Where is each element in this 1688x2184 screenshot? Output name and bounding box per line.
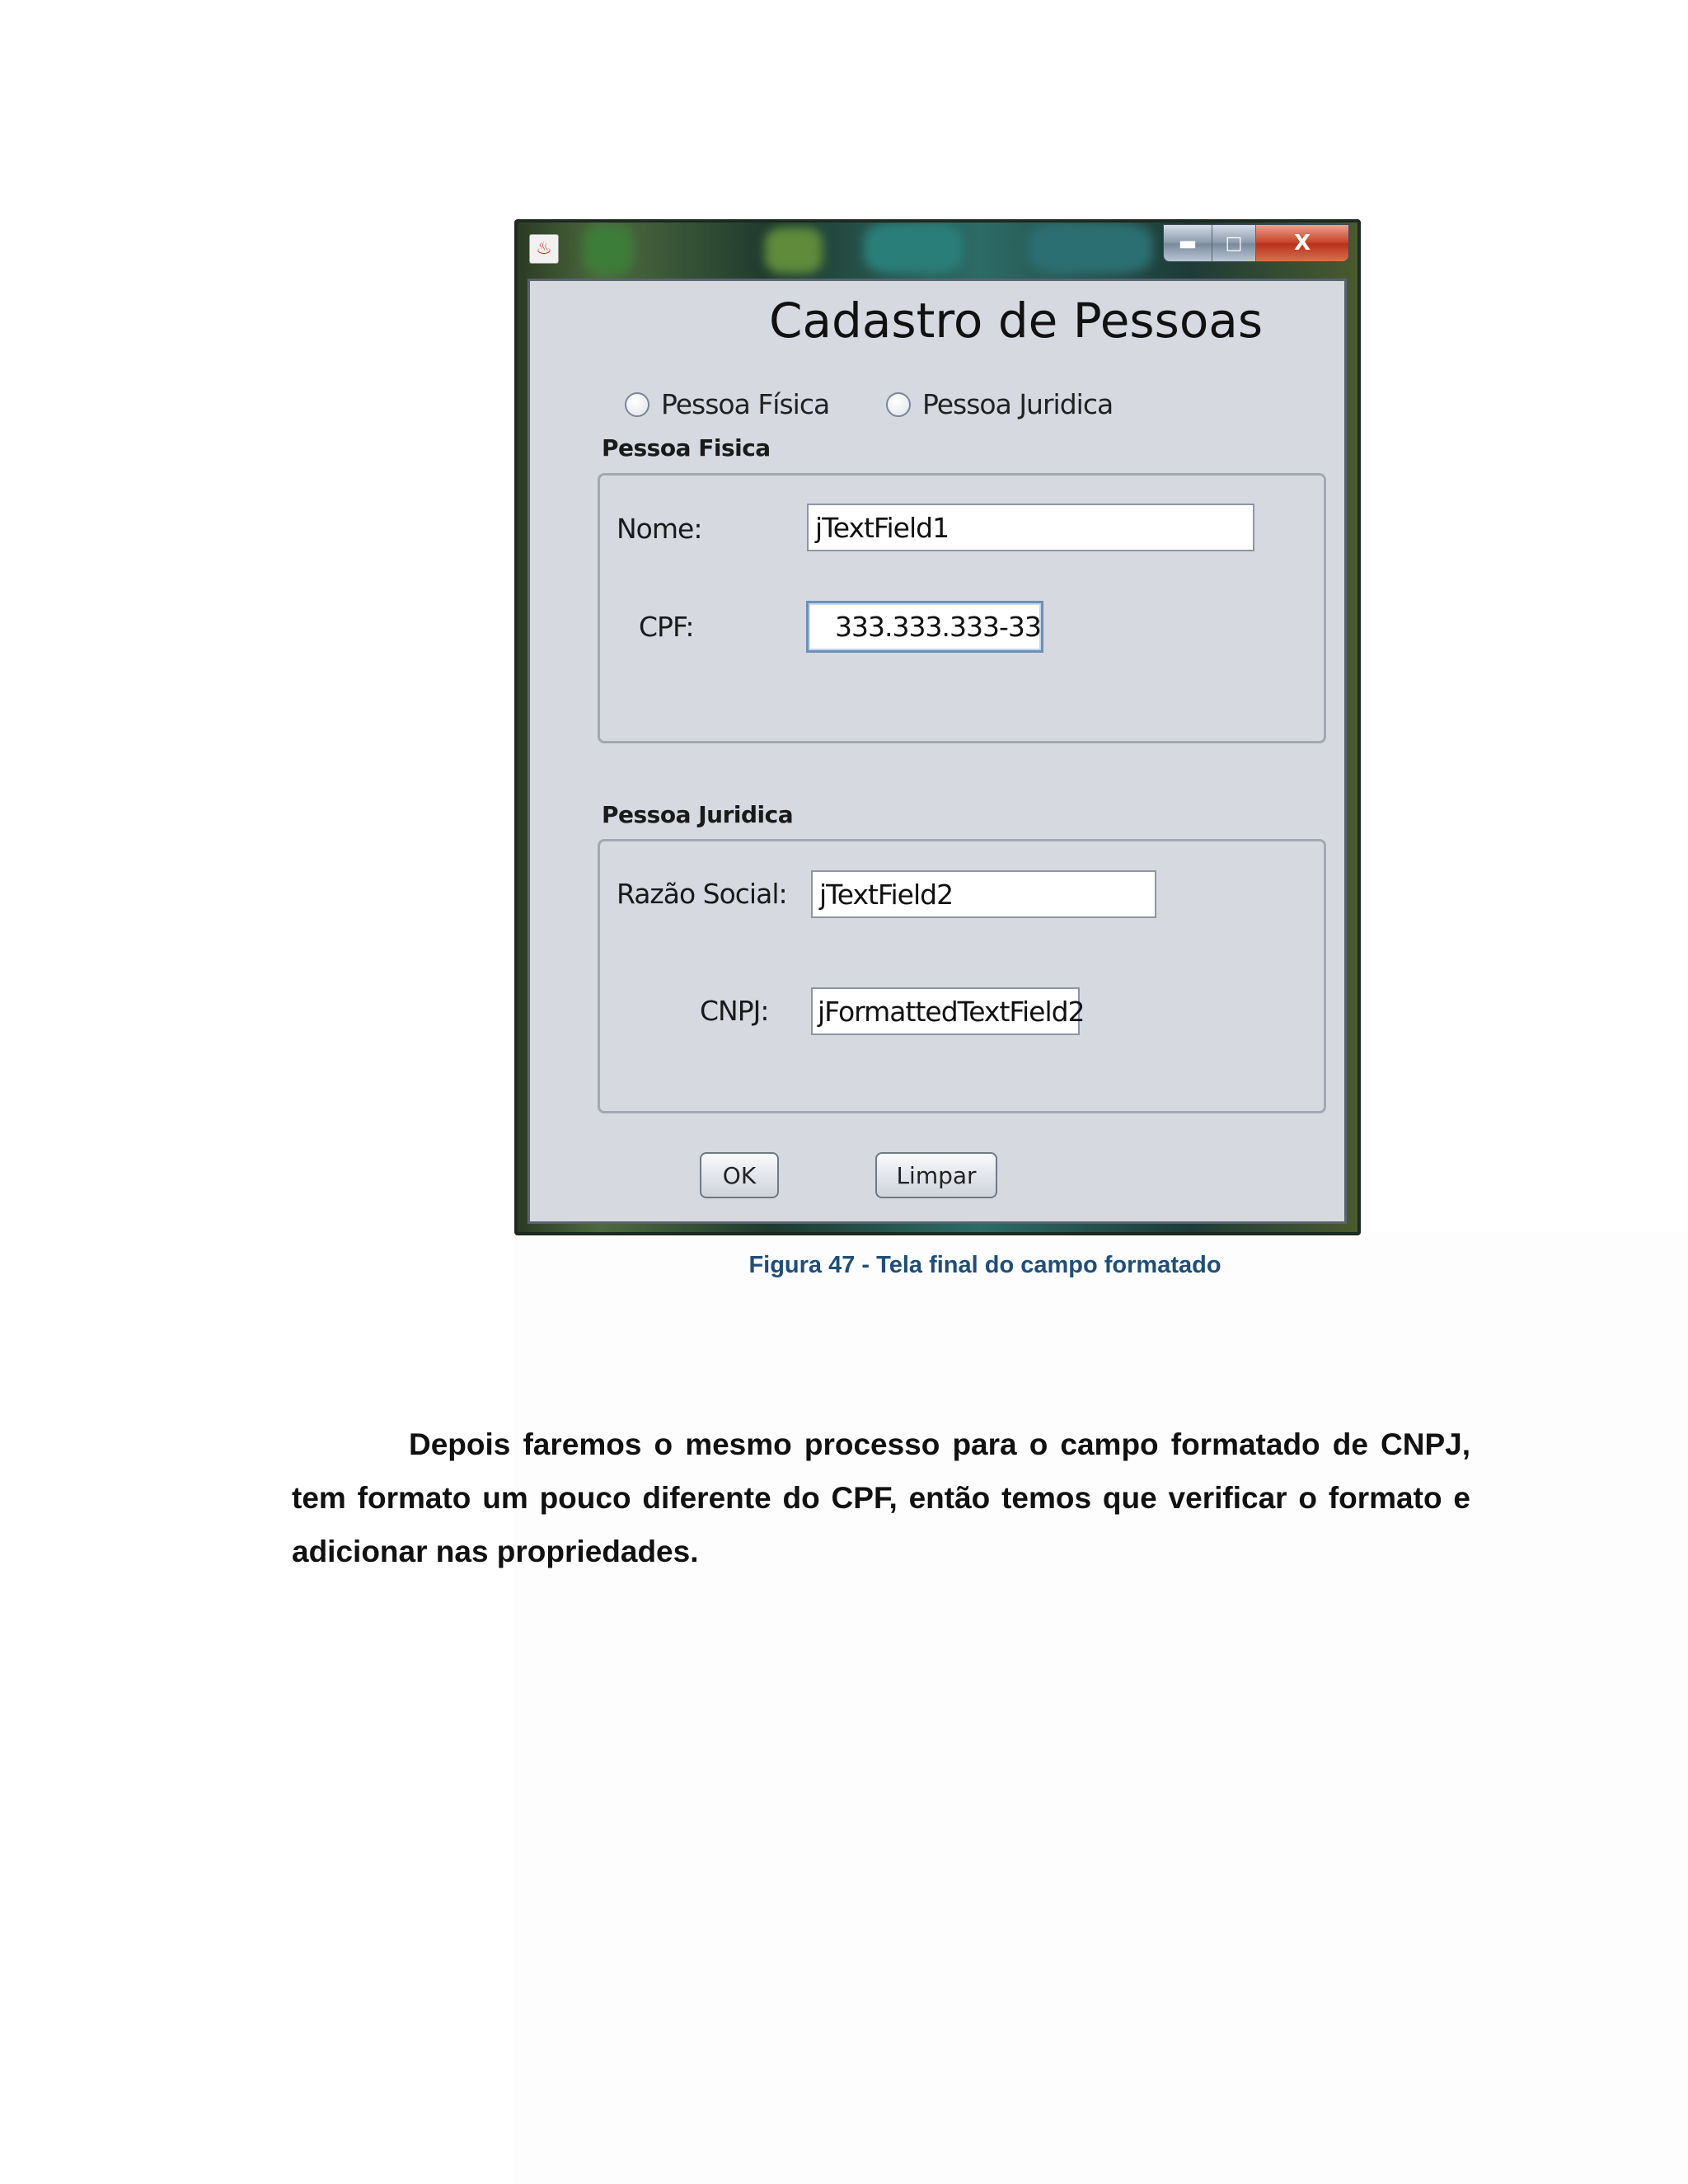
group-title-pessoa-juridica: Pessoa Juridica [602,801,794,828]
page-shade [514,1232,1688,2184]
group-title-pessoa-fisica: Pessoa Fisica [602,434,771,462]
java-app-icon[interactable]: ♨ [529,234,559,264]
window-controls: ▬ □ X [1163,224,1349,262]
radio-label: Pessoa Física [661,388,830,420]
nome-label: Nome: [617,513,702,545]
radio-pessoa-juridica[interactable]: Pessoa Juridica [886,388,1114,420]
minimize-button[interactable]: ▬ [1164,225,1212,261]
body-paragraph: Depois faremos o mesmo processo para o c… [292,1427,1470,1568]
window-client-area: Cadastro de Pessoas Pessoa Física Pessoa… [528,279,1347,1224]
title-bar[interactable]: ♨ ▬ □ X [518,223,1357,274]
radio-pessoa-fisica[interactable]: Pessoa Física [625,388,830,420]
razao-social-label: Razão Social: [617,878,788,910]
titlebar-decoration [584,226,633,274]
cpf-formatted-field[interactable]: 333.333.333-33 [806,601,1043,653]
nome-field[interactable]: jTextField1 [807,504,1254,551]
titlebar-decoration [765,227,823,274]
radio-button-icon[interactable] [625,391,649,417]
form-title: Cadastro de Pessoas [769,293,1264,349]
ok-button[interactable]: OK [700,1152,779,1198]
razao-social-field[interactable]: jTextField2 [811,870,1156,918]
limpar-button[interactable]: Limpar [875,1152,997,1198]
close-button[interactable]: X [1256,225,1348,261]
cpf-label: CPF: [639,611,694,643]
radio-label: Pessoa Juridica [922,388,1114,420]
app-window: ♨ ▬ □ X Cadastro de Pessoas Pessoa Físic… [514,219,1361,1235]
figure-caption: Figura 47 - Tela final do campo formatad… [748,1252,1221,1278]
titlebar-decoration [1029,223,1152,274]
titlebar-decoration [864,223,963,274]
maximize-button[interactable]: □ [1212,225,1256,261]
radio-button-icon[interactable] [886,391,911,417]
cnpj-formatted-field[interactable]: jFormattedTextField2 [811,987,1085,1035]
cnpj-label: CNPJ: [700,995,769,1027]
